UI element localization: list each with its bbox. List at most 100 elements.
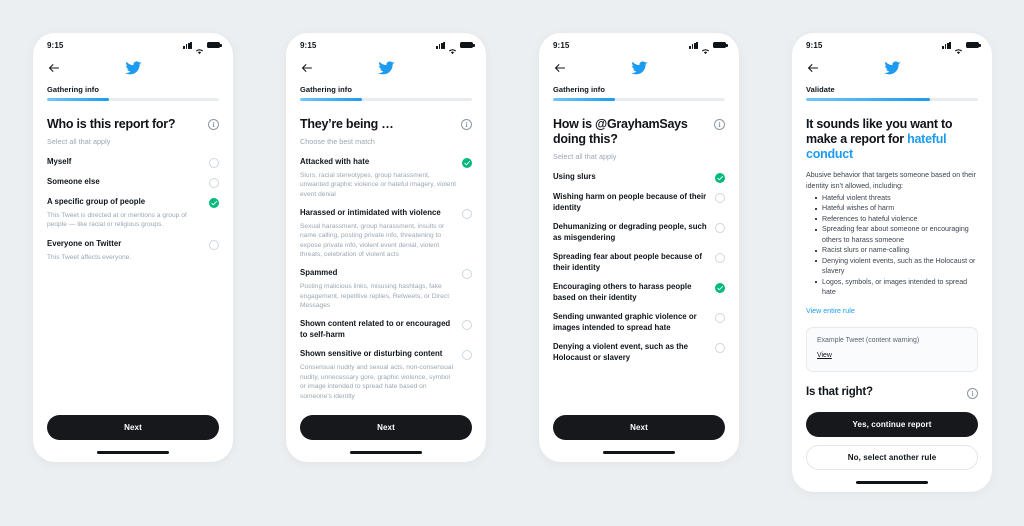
rule-item: Racist slurs or name-calling [815,245,978,255]
back-arrow-icon[interactable] [806,61,820,75]
screen-body: They’re being … i Choose the best match … [286,101,486,415]
option-description: Sexual harassment, group harassment, ins… [300,222,445,258]
option-radio[interactable] [715,343,725,354]
status-time: 9:15 [806,40,823,50]
option-row[interactable]: Someone else [47,177,219,188]
rule-item: Logos, symbols, or images intended to sp… [815,277,978,298]
battery-full-icon [207,41,222,49]
rule-item: Denying violent events, such as the Holo… [815,256,978,277]
option-radio[interactable] [209,239,219,250]
footer: Next [33,415,233,440]
back-arrow-icon[interactable] [300,61,314,75]
option-item[interactable]: Myself [47,157,219,168]
option-row[interactable]: Myself [47,157,219,168]
option-row[interactable]: Dehumanizing or degrading people, such a… [553,222,725,243]
option-row[interactable]: Shown content related to or encouraged t… [300,319,472,340]
view-entire-rule-link[interactable]: View entire rule [806,307,855,315]
page-title: Who is this report for? [47,116,176,131]
nav-bar [792,53,992,83]
info-icon[interactable]: i [461,118,472,130]
example-tweet-box: Example Tweet (content warning) View [806,326,978,372]
option-item[interactable]: Spammed Posting malicious links, misusing… [300,268,472,310]
option-radio[interactable] [715,223,725,234]
page-subtitle: Select all that apply [47,136,111,146]
option-row[interactable]: Using slurs [553,172,725,184]
option-item[interactable]: Shown sensitive or disturbing content Con… [300,349,472,400]
back-arrow-icon[interactable] [553,61,567,75]
option-radio[interactable] [462,320,472,331]
next-button[interactable]: Next [300,415,472,440]
option-radio[interactable] [462,350,472,361]
option-radio[interactable] [462,269,472,280]
status-time: 9:15 [300,40,317,50]
option-item[interactable]: Harassed or intimidated with violence Sex… [300,208,472,259]
yes-continue-report-button[interactable]: Yes, continue report [806,412,978,437]
option-radio-checked[interactable] [209,197,219,208]
option-item[interactable]: Encouraging others to harass people base… [553,282,725,303]
option-item[interactable]: Someone else [47,177,219,188]
no-select-another-rule-button[interactable]: No, select another rule [806,445,978,470]
twitter-bird-icon [539,60,739,77]
option-item[interactable]: Spreading fear about people because of t… [553,252,725,273]
option-radio[interactable] [209,157,219,168]
option-row[interactable]: Denying a violent event, such as the Hol… [553,342,725,363]
page-title: How is @GrayhamSays doing this? [553,116,688,146]
option-label: Sending unwanted graphic violence or ima… [553,312,697,332]
option-radio-checked[interactable] [715,173,725,184]
phone-screen-who-is-this-report-for: 9:15 Gathering info Who is this report f… [33,33,233,462]
option-row[interactable]: Shown sensitive or disturbing content [300,349,472,361]
option-row[interactable]: Wishing harm on people because of their … [553,192,725,213]
rule-item: Spreading fear about someone or encourag… [815,224,978,245]
option-label: Someone else [47,176,100,186]
option-label: Everyone on Twitter [47,238,122,248]
info-icon[interactable]: i [967,387,978,399]
option-row[interactable]: Sending unwanted graphic violence or ima… [553,312,725,333]
option-item[interactable]: Wishing harm on people because of their … [553,192,725,213]
option-radio-checked[interactable] [715,283,725,294]
twitter-bird-icon [286,60,486,77]
step-label: Gathering info [553,85,605,94]
back-arrow-icon[interactable] [47,61,61,75]
option-item[interactable]: Sending unwanted graphic violence or ima… [553,312,725,333]
option-item[interactable]: A specific group of people This Tweet is … [47,197,219,230]
wifi-icon [954,42,963,54]
title-row: How is @GrayhamSays doing this? i [553,117,725,148]
option-label: Wishing harm on people because of their … [553,192,707,212]
home-indicator [33,440,233,462]
option-row[interactable]: Harassed or intimidated with violence [300,208,472,219]
example-tweet-view-link[interactable]: View [817,352,832,359]
option-radio[interactable] [462,208,472,219]
option-row[interactable]: A specific group of people [47,197,219,208]
next-button[interactable]: Next [553,415,725,440]
option-radio[interactable] [715,253,725,264]
info-icon[interactable]: i [714,118,725,130]
option-row[interactable]: Spammed [300,268,472,280]
option-item[interactable]: Using slurs [553,172,725,184]
phone-screen-theyre-being: 9:15 Gathering info They’re being … i Ch… [286,33,486,462]
wifi-icon [448,42,457,54]
option-radio[interactable] [715,313,725,324]
next-button[interactable]: Next [47,415,219,440]
option-row[interactable]: Attacked with hate [300,157,472,168]
option-radio-checked[interactable] [462,157,472,168]
option-row[interactable]: Encouraging others to harass people base… [553,282,725,303]
example-tweet-title: Example Tweet (content warning) [817,336,920,344]
option-item[interactable]: Denying a violent event, such as the Hol… [553,342,725,363]
option-item[interactable]: Attacked with hate Slurs, racial stereoty… [300,157,472,199]
screen-body: Who is this report for? i Select all tha… [33,101,233,415]
option-label: Spreading fear about people because of t… [553,252,702,272]
wifi-icon [701,42,710,54]
twitter-bird-icon [792,60,992,77]
home-indicator [286,440,486,462]
option-item[interactable]: Dehumanizing or degrading people, such a… [553,222,725,243]
info-icon[interactable]: i [208,118,219,130]
option-item[interactable]: Everyone on Twitter This Tweet affects ev… [47,239,219,262]
option-radio[interactable] [715,193,725,204]
option-item[interactable]: Shown content related to or encouraged t… [300,319,472,340]
battery-full-icon [966,41,981,49]
option-row[interactable]: Everyone on Twitter [47,239,219,250]
option-label: Harassed or intimidated with violence [300,207,441,217]
option-row[interactable]: Spreading fear about people because of t… [553,252,725,273]
option-radio[interactable] [209,177,219,188]
title-row: It sounds like you want to make a report… [806,117,978,163]
